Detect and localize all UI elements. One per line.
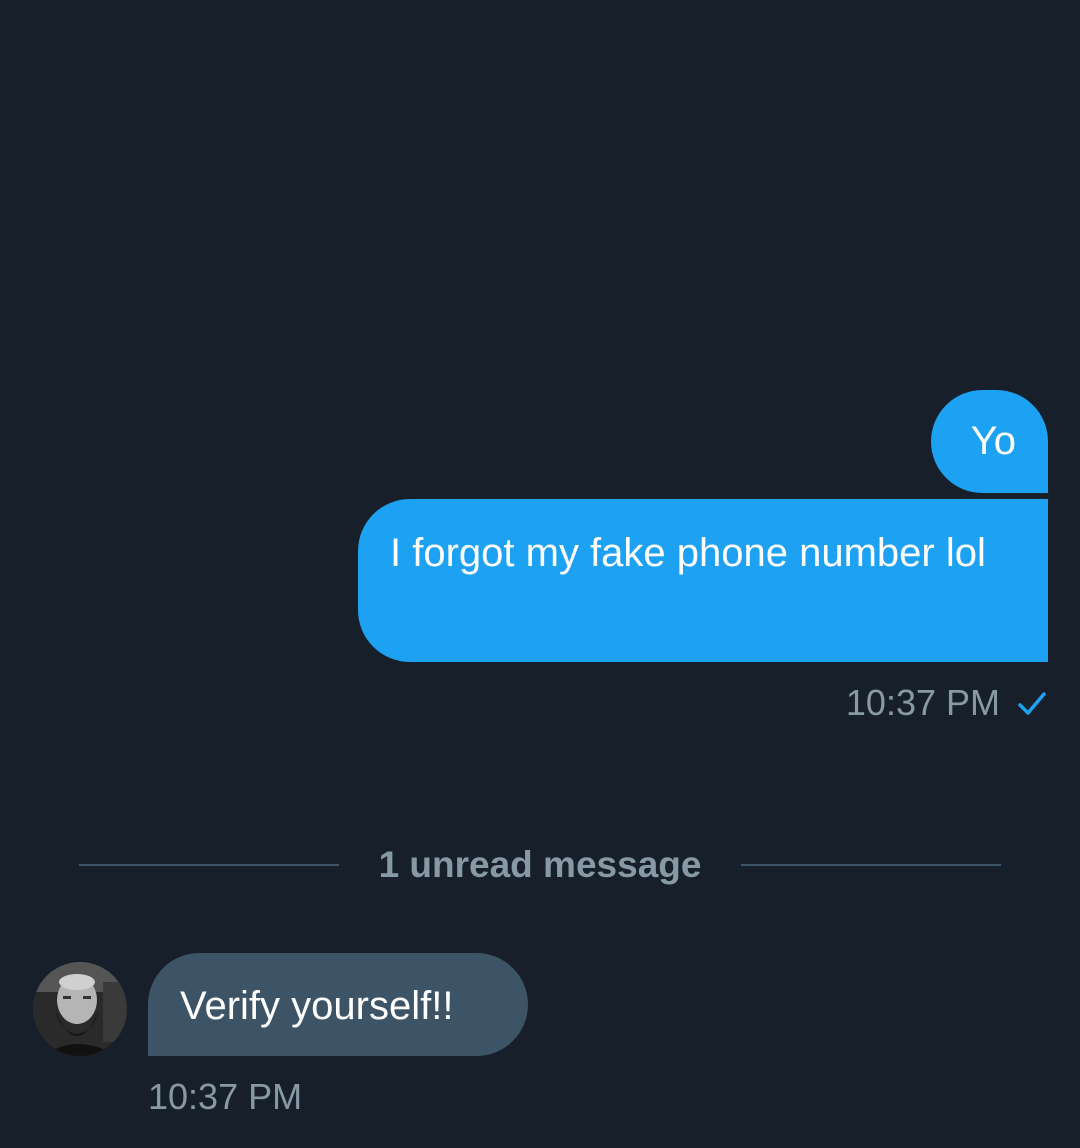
divider-line: [79, 864, 339, 866]
unread-divider: 1 unread message: [79, 840, 1002, 890]
incoming-message-bubble[interactable]: Verify yourself!!: [148, 953, 528, 1056]
divider-line: [741, 864, 1002, 866]
outgoing-message-bubble[interactable]: Yo: [931, 390, 1048, 493]
check-icon: [1016, 687, 1048, 719]
outgoing-message-meta: 10:37 PM: [846, 678, 1048, 728]
avatar[interactable]: [33, 962, 127, 1056]
message-text: I forgot my fake phone number lol: [390, 531, 986, 575]
incoming-message-timestamp: 10:37 PM: [148, 1076, 303, 1117]
message-timestamp: 10:37 PM: [845, 682, 1000, 723]
message-text: Yo: [970, 419, 1016, 463]
conversation-screen: Yo I forgot my fake phone number lol 10:…: [0, 0, 1080, 1148]
message-text: Verify yourself!!: [180, 984, 454, 1028]
unread-label: 1 unread message: [378, 844, 702, 885]
avatar-photo: [33, 962, 127, 1056]
outgoing-message-bubble[interactable]: I forgot my fake phone number lol: [358, 499, 1048, 662]
